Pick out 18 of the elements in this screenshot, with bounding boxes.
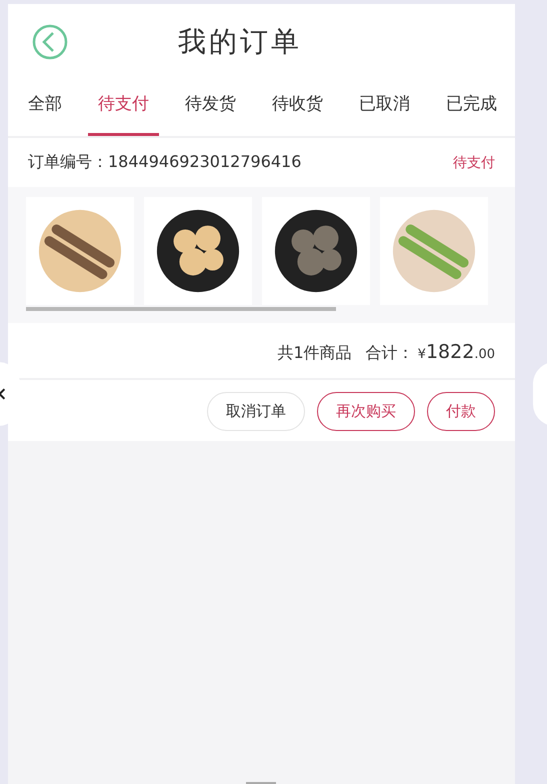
currency-sign: ¥ (418, 347, 426, 362)
page-title: 我的订单 (178, 24, 302, 60)
total-amount: 1822 (426, 341, 474, 363)
order-tab[interactable]: 已完成 (436, 80, 507, 136)
order-action-button[interactable]: 再次购买 (317, 392, 415, 431)
order-tab[interactable]: 全部 (18, 80, 72, 136)
order-action-button[interactable]: 付款 (427, 392, 495, 431)
order-status: 待支付 (453, 154, 495, 172)
order-tab[interactable]: 待发货 (175, 80, 246, 136)
order-action-button[interactable]: 取消订单 (207, 392, 305, 431)
order-tab[interactable]: 已取消 (349, 80, 420, 136)
scrollbar[interactable] (26, 307, 336, 311)
order-number: 订单编号：1844946923012796416 (28, 152, 302, 173)
total-label: 合计： (366, 343, 414, 364)
total-cents: .00 (474, 347, 495, 362)
back-icon[interactable] (32, 24, 68, 60)
order-tab[interactable]: 待收货 (262, 80, 333, 136)
item-count: 共1件商品 (277, 343, 352, 364)
